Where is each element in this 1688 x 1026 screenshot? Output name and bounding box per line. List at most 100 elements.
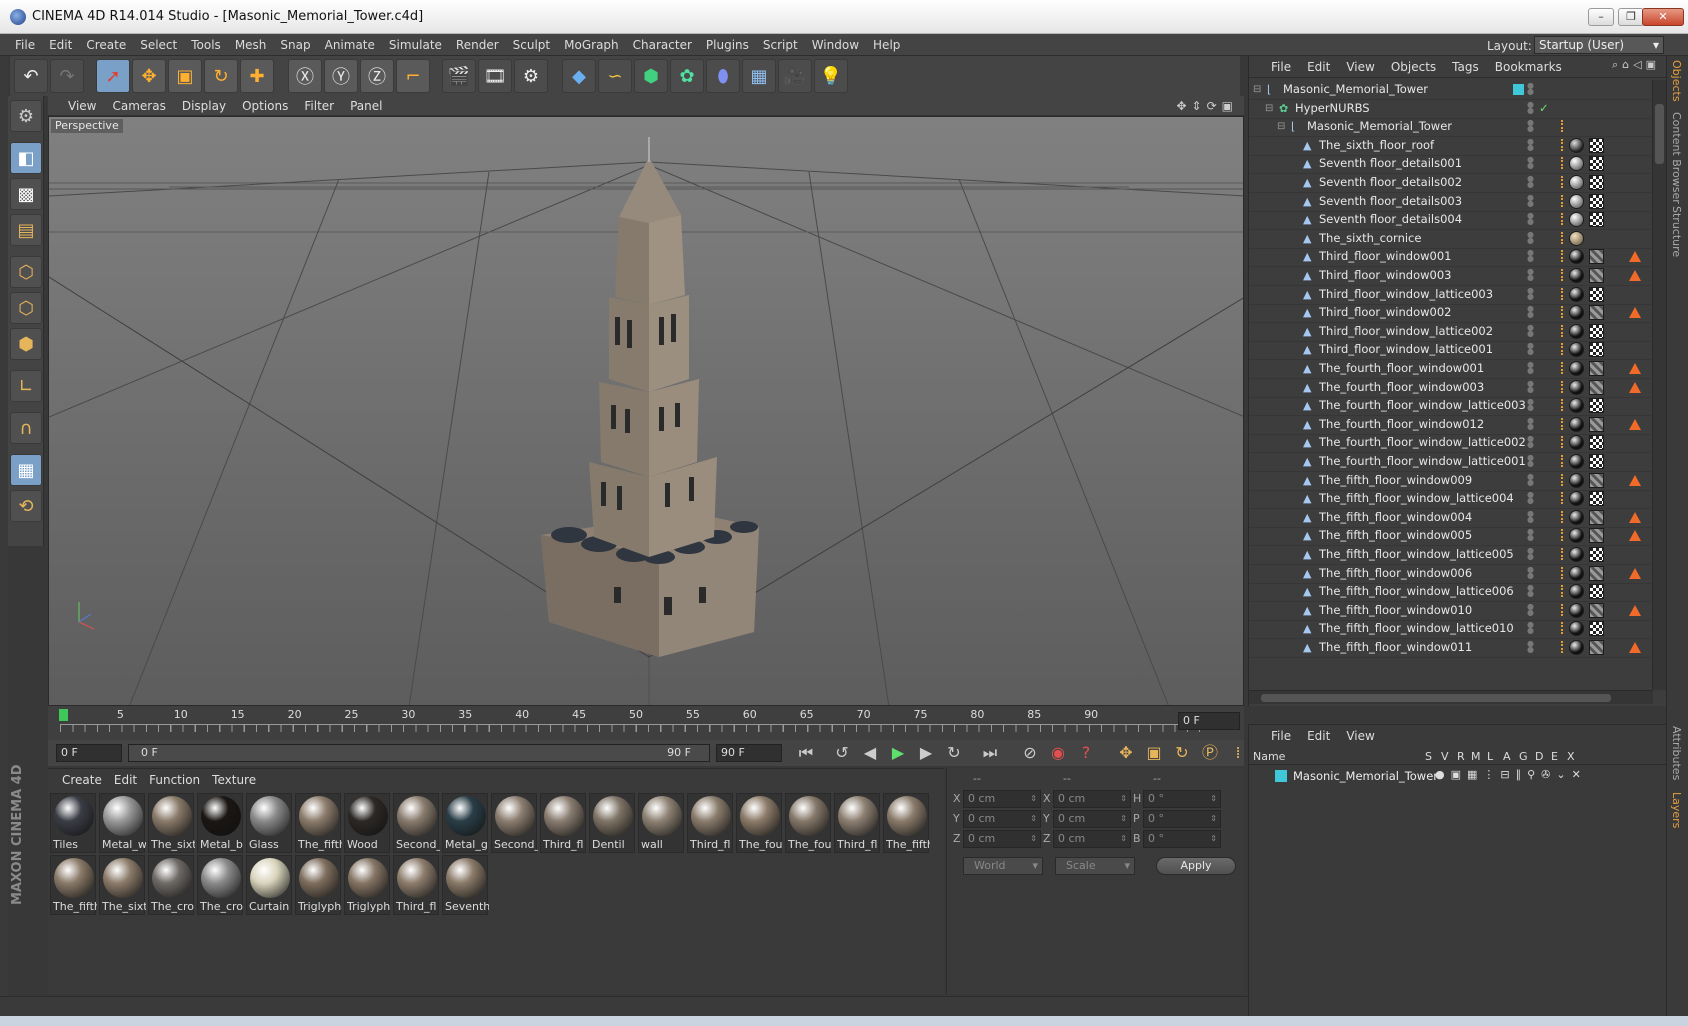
menu-animate[interactable]: Animate xyxy=(318,34,382,56)
phong-tag-icon[interactable] xyxy=(1561,603,1567,616)
object-menu-edit[interactable]: Edit xyxy=(1299,56,1338,78)
texture-tag-icon[interactable] xyxy=(1589,416,1604,432)
visibility-dots-icon[interactable]: ● ● xyxy=(1527,472,1537,486)
texture-tag-icon[interactable] xyxy=(1589,547,1604,562)
layer-column-x[interactable]: X xyxy=(1567,750,1575,763)
magnet-button[interactable]: ∩ xyxy=(10,412,42,444)
material-swatch[interactable]: Third_fl xyxy=(393,855,439,915)
coord-value-field[interactable]: 0 cm ⇕ xyxy=(1053,790,1131,808)
warning-tag-icon[interactable] xyxy=(1629,381,1641,393)
key-rotation-button[interactable]: ↻ xyxy=(1170,742,1194,764)
phong-tag-icon[interactable] xyxy=(1561,417,1567,430)
object-row[interactable]: ▲ The_fifth_floor_window_lattice004 ● ● xyxy=(1249,489,1651,510)
warning-tag-icon[interactable] xyxy=(1629,530,1641,542)
warning-tag-icon[interactable] xyxy=(1629,251,1641,263)
texture-tag-icon[interactable] xyxy=(1589,323,1604,339)
material-tag-icon[interactable] xyxy=(1569,621,1584,637)
material-tag-icon[interactable] xyxy=(1569,230,1584,246)
visibility-dots-icon[interactable]: ● ● xyxy=(1527,342,1537,356)
object-row[interactable]: ▲ Third_floor_window_lattice003 ● ● xyxy=(1249,285,1651,305)
render-view-button[interactable]: 🎬 xyxy=(442,59,476,93)
material-tag-icon[interactable] xyxy=(1569,435,1584,451)
light-button[interactable]: 💡 xyxy=(814,59,848,93)
visibility-dots-icon[interactable]: ● ● xyxy=(1527,565,1537,579)
visibility-dots-icon[interactable]: ● ● xyxy=(1527,137,1537,151)
previous-frame-button[interactable]: ◀ xyxy=(858,742,882,764)
material-swatch[interactable]: The_sixt xyxy=(99,855,146,915)
texture-tag-icon[interactable] xyxy=(1589,305,1604,321)
texture-tag-icon[interactable] xyxy=(1589,584,1604,600)
material-swatch[interactable]: Tiles xyxy=(50,793,96,853)
deformer-button[interactable]: ⬮ xyxy=(706,59,740,93)
texture-tag-icon[interactable] xyxy=(1589,528,1604,544)
phong-tag-icon[interactable] xyxy=(1561,194,1567,207)
material-swatch[interactable]: Glass xyxy=(246,793,292,853)
visibility-dots-icon[interactable]: ● ● xyxy=(1527,249,1537,263)
material-swatch[interactable]: The_cro: xyxy=(148,855,195,915)
material-swatch[interactable]: The_fou xyxy=(736,793,783,853)
menu-script[interactable]: Script xyxy=(756,34,805,56)
object-row[interactable]: ▲ The_fifth_floor_window004 ● ● xyxy=(1249,508,1651,528)
menu-sculpt[interactable]: Sculpt xyxy=(506,34,557,56)
edges-mode-button[interactable]: ⬡ xyxy=(10,292,42,324)
visibility-dots-icon[interactable]: ● ● xyxy=(1527,509,1537,523)
go-to-start-button[interactable]: ⏮ xyxy=(794,742,818,764)
object-menu-tags[interactable]: Tags xyxy=(1444,56,1487,78)
object-row[interactable]: ▲ The_sixth_floor_roof ● ● xyxy=(1249,136,1651,156)
material-swatch[interactable]: Seventh xyxy=(442,855,489,915)
viewport-menu-filter[interactable]: Filter xyxy=(296,96,342,116)
coord-value-field[interactable]: 0 ° ⇕ xyxy=(1143,830,1221,848)
scale-tool[interactable]: ▣ xyxy=(168,59,202,93)
phong-tag-icon[interactable] xyxy=(1561,641,1567,653)
texture-tag-icon[interactable] xyxy=(1589,156,1604,172)
layer-column-m[interactable]: M xyxy=(1471,750,1481,763)
material-tag-icon[interactable] xyxy=(1569,137,1584,153)
move-tool[interactable]: ✥ xyxy=(132,59,166,93)
make-editable-button[interactable]: ⚙ xyxy=(10,100,42,132)
timeline-current-frame-marker[interactable] xyxy=(59,709,68,721)
material-tag-icon[interactable] xyxy=(1569,175,1584,190)
menu-tools[interactable]: Tools xyxy=(184,34,228,56)
visibility-dots-icon[interactable]: ● ● xyxy=(1527,82,1537,96)
z-axis-toggle[interactable]: Ⓩ xyxy=(360,59,394,93)
redo-button[interactable]: ↷ xyxy=(50,59,84,93)
material-swatch[interactable]: The_sixt xyxy=(148,793,195,853)
visibility-dots-icon[interactable]: ● ● xyxy=(1527,454,1537,468)
record-button[interactable]: ◉ xyxy=(1046,742,1070,764)
phong-tag-icon[interactable] xyxy=(1561,548,1567,560)
object-row[interactable]: ▲ The_fifth_floor_window009 ● ● xyxy=(1249,471,1651,491)
points-mode-button[interactable]: ⬡ xyxy=(10,256,42,288)
material-tag-icon[interactable] xyxy=(1569,602,1584,618)
layer-column-v[interactable]: V xyxy=(1441,750,1449,763)
visibility-dots-icon[interactable]: ● ● xyxy=(1527,268,1537,282)
texture-tag-icon[interactable] xyxy=(1589,379,1604,395)
phong-tag-icon[interactable] xyxy=(1561,622,1567,635)
camera-button[interactable]: 🎥 xyxy=(778,59,812,93)
tab-attributes[interactable]: Attributes xyxy=(1670,726,1683,780)
max-frame-field[interactable]: 90 F xyxy=(716,744,782,762)
coord-value-field[interactable]: 0 cm ⇕ xyxy=(1053,830,1131,848)
layer-column-s[interactable]: S xyxy=(1425,750,1432,763)
layer-column-e[interactable]: E xyxy=(1551,750,1558,763)
object-row[interactable]: ▲ Seventh floor_details002 ● ● xyxy=(1249,173,1651,193)
layer-menu-view[interactable]: View xyxy=(1338,725,1382,747)
warning-tag-icon[interactable] xyxy=(1629,418,1641,430)
layer-menu-edit[interactable]: Edit xyxy=(1299,725,1338,747)
tree-expander-icon[interactable]: ⊟ xyxy=(1265,99,1273,118)
go-to-end-button[interactable]: ⏭ xyxy=(978,742,1002,764)
phong-tag-icon[interactable] xyxy=(1561,120,1567,133)
texture-tag-icon[interactable] xyxy=(1589,286,1604,302)
y-axis-toggle[interactable]: Ⓨ xyxy=(324,59,358,93)
texture-tag-icon[interactable] xyxy=(1589,509,1604,525)
phong-tag-icon[interactable] xyxy=(1561,510,1567,523)
object-row[interactable]: ▲ Seventh floor_details001 ● ● xyxy=(1249,154,1651,175)
warning-tag-icon[interactable] xyxy=(1629,511,1641,523)
record-position-button[interactable]: ⊘ xyxy=(1018,742,1042,764)
phong-tag-icon[interactable] xyxy=(1561,455,1567,467)
material-menu-create[interactable]: Create xyxy=(56,769,108,791)
visibility-dots-icon[interactable]: ● ● xyxy=(1527,416,1537,430)
visibility-dots-icon[interactable]: ● ● xyxy=(1527,435,1537,449)
phong-tag-icon[interactable] xyxy=(1561,436,1567,449)
visibility-dots-icon[interactable]: ● ● xyxy=(1527,212,1537,226)
material-tag-icon[interactable] xyxy=(1569,212,1584,228)
